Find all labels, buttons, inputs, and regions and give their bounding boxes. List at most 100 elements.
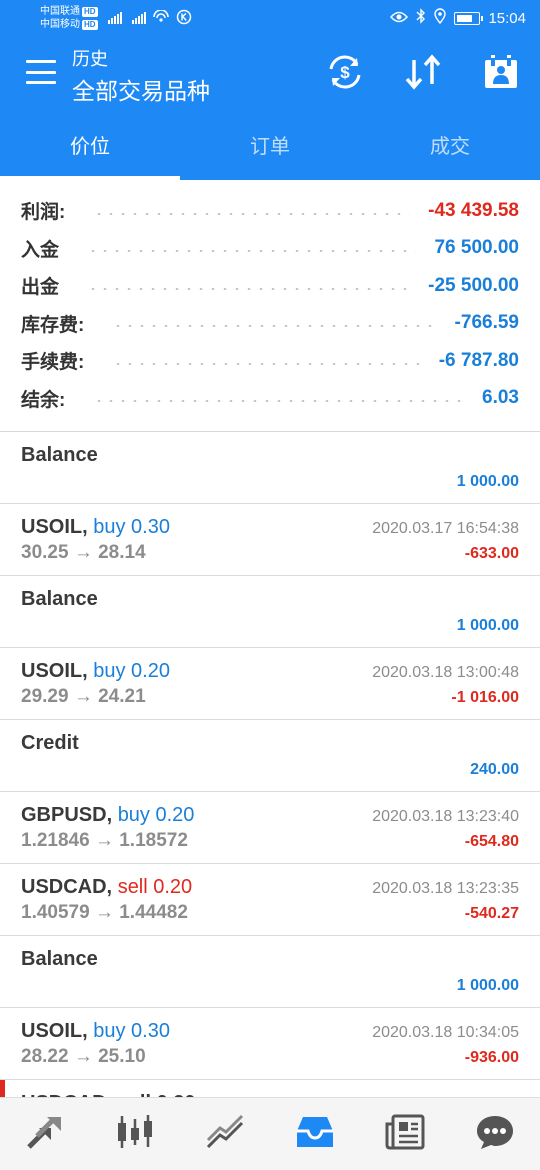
- deal-symbol: USOIL, buy 0.30: [21, 1020, 170, 1042]
- deal-symbol: USDCAD, sell 0.20: [21, 876, 193, 898]
- deal-time: 2020.03.18 10:34:05: [372, 1024, 519, 1041]
- signal-icon-2: [131, 12, 146, 24]
- sort-icon[interactable]: [401, 50, 445, 94]
- location-icon: [434, 8, 447, 28]
- deal-time: 2020.03.17 16:54:38: [372, 520, 519, 537]
- list-item[interactable]: Balance 1 000.00: [0, 936, 540, 1008]
- tab-orders[interactable]: 订单: [180, 108, 360, 180]
- currency-exchange-icon[interactable]: $: [323, 50, 367, 94]
- list-item[interactable]: GBPUSD, buy 0.20 1.21846 → 1.18572 2020.…: [0, 792, 540, 864]
- deals-list: Balance 1 000.00 USOIL, buy 0.30 30.25 →…: [0, 432, 540, 1100]
- deal-prices: 28.22 → 25.10: [21, 1046, 146, 1067]
- nav-history[interactable]: [270, 1098, 360, 1170]
- deal-amount: 1 000.00: [456, 617, 519, 634]
- nav-chat[interactable]: [450, 1098, 540, 1170]
- leader-dots: [112, 362, 421, 365]
- deal-side: sell 0.20: [117, 876, 193, 898]
- calendar-icon[interactable]: [479, 50, 523, 94]
- leader-dots: [112, 325, 437, 328]
- deal-symbol: GBPUSD, buy 0.20: [21, 804, 195, 826]
- summary-row-deposit: 入金 76 500.00: [0, 230, 540, 268]
- signal-icon: [107, 12, 122, 24]
- summary-value: -766.59: [454, 312, 519, 334]
- summary-value: 76 500.00: [434, 237, 519, 259]
- list-item[interactable]: Credit 240.00: [0, 720, 540, 792]
- deal-side: buy 0.20: [93, 660, 170, 682]
- summary-label: 结余:: [21, 389, 66, 411]
- list-item[interactable]: USOIL, buy 0.20 29.29 → 24.21 2020.03.18…: [0, 648, 540, 720]
- status-bar: 中国联通 HD 中国移动 HD 15:04: [0, 0, 540, 36]
- menu-icon[interactable]: [26, 60, 56, 84]
- nav-trade[interactable]: [180, 1098, 270, 1170]
- history-icon: [295, 1114, 335, 1155]
- summary-value: 6.03: [482, 387, 519, 409]
- list-item[interactable]: USDCAD, sell 0.20 1.40579 → 1.44482 2020…: [0, 864, 540, 936]
- top-bar: 中国联通 HD 中国移动 HD 15:04 历史 全部交易品种 $ 价位 订单 …: [0, 0, 540, 180]
- news-icon: [385, 1114, 425, 1155]
- deal-symbol: USOIL, buy 0.30: [21, 516, 170, 538]
- deal-side: buy 0.30: [93, 516, 170, 538]
- quotes-icon: [25, 1114, 65, 1155]
- deal-amount: -540.27: [464, 905, 519, 922]
- summary-label: 出金: [21, 277, 60, 299]
- bottom-nav: [0, 1097, 540, 1170]
- deal-amount: 1 000.00: [456, 473, 519, 490]
- deal-prices: 30.25 → 28.14: [21, 542, 146, 563]
- summary-label: 库存费:: [21, 314, 85, 336]
- list-item[interactable]: Balance 1 000.00: [0, 576, 540, 648]
- summary-row-swap: 库存费: -766.59: [0, 305, 540, 343]
- summary-panel: 利润: -43 439.58 入金 76 500.00 出金 -25 500.0…: [0, 180, 540, 432]
- summary-row-balance: 结余: 6.03: [0, 380, 540, 418]
- svg-text:$: $: [340, 63, 350, 82]
- carriers: 中国联通 HD 中国移动 HD: [40, 5, 98, 31]
- deal-side: buy 0.30: [93, 1020, 170, 1042]
- deal-time: 2020.03.18 13:00:48: [372, 664, 519, 681]
- k-icon: [176, 9, 192, 28]
- summary-value: -25 500.00: [428, 274, 519, 296]
- nav-quotes[interactable]: [0, 1098, 90, 1170]
- list-item[interactable]: Balance 1 000.00: [0, 432, 540, 504]
- summary-label: 利润:: [21, 202, 66, 224]
- app-bar: 历史 全部交易品种 $: [0, 36, 540, 108]
- summary-value: -43 439.58: [428, 199, 519, 221]
- status-left: 中国联通 HD 中国移动 HD: [40, 5, 192, 31]
- bluetooth-icon: [416, 8, 426, 28]
- leader-dots: [93, 212, 411, 215]
- carrier-1: 中国联通 HD: [40, 6, 98, 17]
- wifi-hotspot-icon: [152, 8, 170, 27]
- leader-dots: [87, 250, 417, 253]
- battery-icon: [454, 11, 484, 25]
- deal-symbol: USOIL, buy 0.20: [21, 660, 170, 682]
- deal-name: Balance: [21, 588, 98, 610]
- chat-icon: [475, 1114, 515, 1155]
- deal-name: Credit: [21, 732, 79, 754]
- summary-label: 入金: [21, 239, 60, 261]
- deal-time: 2020.03.18 13:23:35: [372, 880, 519, 897]
- deal-time: 2020.03.18 13:23:40: [372, 808, 519, 825]
- header-title[interactable]: 全部交易品种: [72, 72, 210, 106]
- summary-value: -6 787.80: [438, 349, 519, 371]
- deal-name: Balance: [21, 948, 98, 970]
- eye-icon: [390, 10, 409, 27]
- summary-label: 手续费:: [21, 352, 85, 374]
- summary-row-profit: 利润: -43 439.58: [0, 192, 540, 230]
- deal-side: buy 0.20: [117, 804, 195, 826]
- deal-amount: 240.00: [470, 761, 519, 778]
- deal-amount: -1 016.00: [451, 689, 519, 706]
- summary-row-commission: 手续费: -6 787.80: [0, 342, 540, 380]
- tab-positions[interactable]: 价位: [0, 108, 180, 180]
- deal-prices: 1.40579 → 1.44482: [21, 902, 188, 923]
- tab-deals[interactable]: 成交: [360, 108, 540, 180]
- list-item[interactable]: USOIL, buy 0.30 30.25 → 28.14 2020.03.17…: [0, 504, 540, 576]
- status-right: 15:04: [390, 8, 526, 28]
- leader-dots: [93, 400, 465, 403]
- deal-amount: -633.00: [464, 545, 519, 562]
- carrier-2: 中国移动 HD: [40, 19, 98, 30]
- deal-prices: 1.21846 → 1.18572: [21, 830, 188, 851]
- deal-amount: -936.00: [464, 1049, 519, 1066]
- nav-chart[interactable]: [90, 1098, 180, 1170]
- chart-icon: [115, 1114, 155, 1155]
- nav-news[interactable]: [360, 1098, 450, 1170]
- list-item[interactable]: USOIL, buy 0.30 28.22 → 25.10 2020.03.18…: [0, 1008, 540, 1080]
- trade-icon: [205, 1114, 245, 1155]
